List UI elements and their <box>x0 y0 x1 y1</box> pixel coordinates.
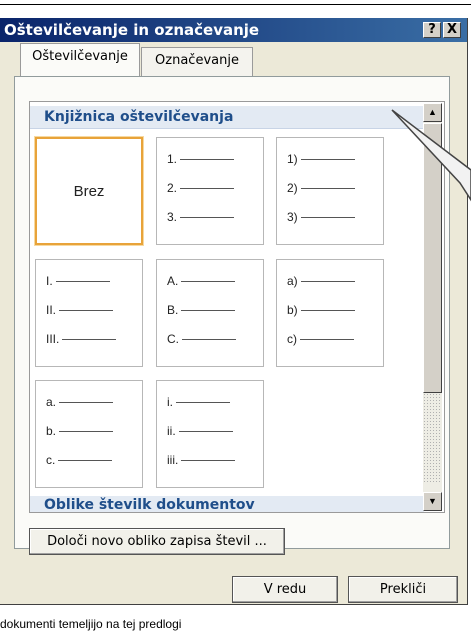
numbering-tile-6[interactable]: a. b. c. <box>35 380 143 488</box>
help-button[interactable]: ? <box>423 22 441 38</box>
numbering-tile-none[interactable]: Brez <box>35 137 143 245</box>
ok-button[interactable]: V redu <box>232 576 338 603</box>
title-bar[interactable]: Oštevilčevanje in označevanje ? X <box>0 18 467 42</box>
tile-line: A. <box>167 274 236 288</box>
tile-none-label: Brez <box>73 182 105 200</box>
tile-line: ii. <box>167 424 233 438</box>
tile-line: 2) <box>287 181 355 195</box>
tile-line: a. <box>46 395 114 409</box>
numbering-tile-2[interactable]: 1) 2) 3) <box>276 137 384 245</box>
tile-line: b) <box>287 303 355 317</box>
tile-line: a) <box>287 274 355 288</box>
tile-line: 1) <box>287 152 355 166</box>
numbering-tile-1[interactable]: 1. 2. 3. <box>156 137 264 245</box>
tile-line: B. <box>167 303 236 317</box>
numbering-tile-7[interactable]: i. ii. iii. <box>156 380 264 488</box>
tile-line: II. <box>46 303 114 317</box>
tile-line: c. <box>46 453 113 467</box>
numbering-tile-4[interactable]: A. B. C. <box>156 259 264 367</box>
tile-line: 1. <box>167 152 235 166</box>
tile-line: 3. <box>167 210 235 224</box>
tile-line: I. <box>46 274 110 288</box>
tile-line: 3) <box>287 210 355 224</box>
status-bar-text: dokumenti temeljijo na tej predlogi <box>0 617 182 631</box>
tile-line: c) <box>287 332 354 346</box>
tile-line: 2. <box>167 181 235 195</box>
tile-line: i. <box>167 395 230 409</box>
cancel-button[interactable]: Prekliči <box>348 576 458 603</box>
gallery-header-document-formats: Oblike številk dokumentov <box>30 496 424 512</box>
gallery-header-library: Knjižnica oštevilčevanja <box>30 106 424 129</box>
numbering-tile-3[interactable]: I. II. III. <box>35 259 143 367</box>
numbering-tile-5[interactable]: a) b) c) <box>276 259 384 367</box>
tile-line: iii. <box>167 453 236 467</box>
tab-bullets[interactable]: Označevanje <box>141 47 253 77</box>
scroll-track[interactable] <box>423 393 442 483</box>
scroll-up-icon[interactable]: ▲ <box>423 103 442 122</box>
top-border-line <box>0 4 471 5</box>
tab-numbering[interactable]: Oštevilčevanje <box>20 43 140 76</box>
numbering-library-gallery: Knjižnica oštevilčevanja Brez 1. 2. 3. 1… <box>29 101 445 513</box>
tile-line: C. <box>167 332 236 346</box>
scroll-thumb[interactable] <box>423 123 442 393</box>
tile-line: III. <box>46 332 117 346</box>
scroll-down-icon[interactable]: ▼ <box>423 492 442 511</box>
dialog-title: Oštevilčevanje in označevanje <box>4 21 260 39</box>
tile-line: b. <box>46 424 114 438</box>
close-button[interactable]: X <box>443 22 461 38</box>
define-new-number-format-button[interactable]: Določi novo obliko zapisa števil ... <box>29 528 285 555</box>
gallery-scrollbar[interactable]: ▲ ▼ <box>423 103 442 511</box>
